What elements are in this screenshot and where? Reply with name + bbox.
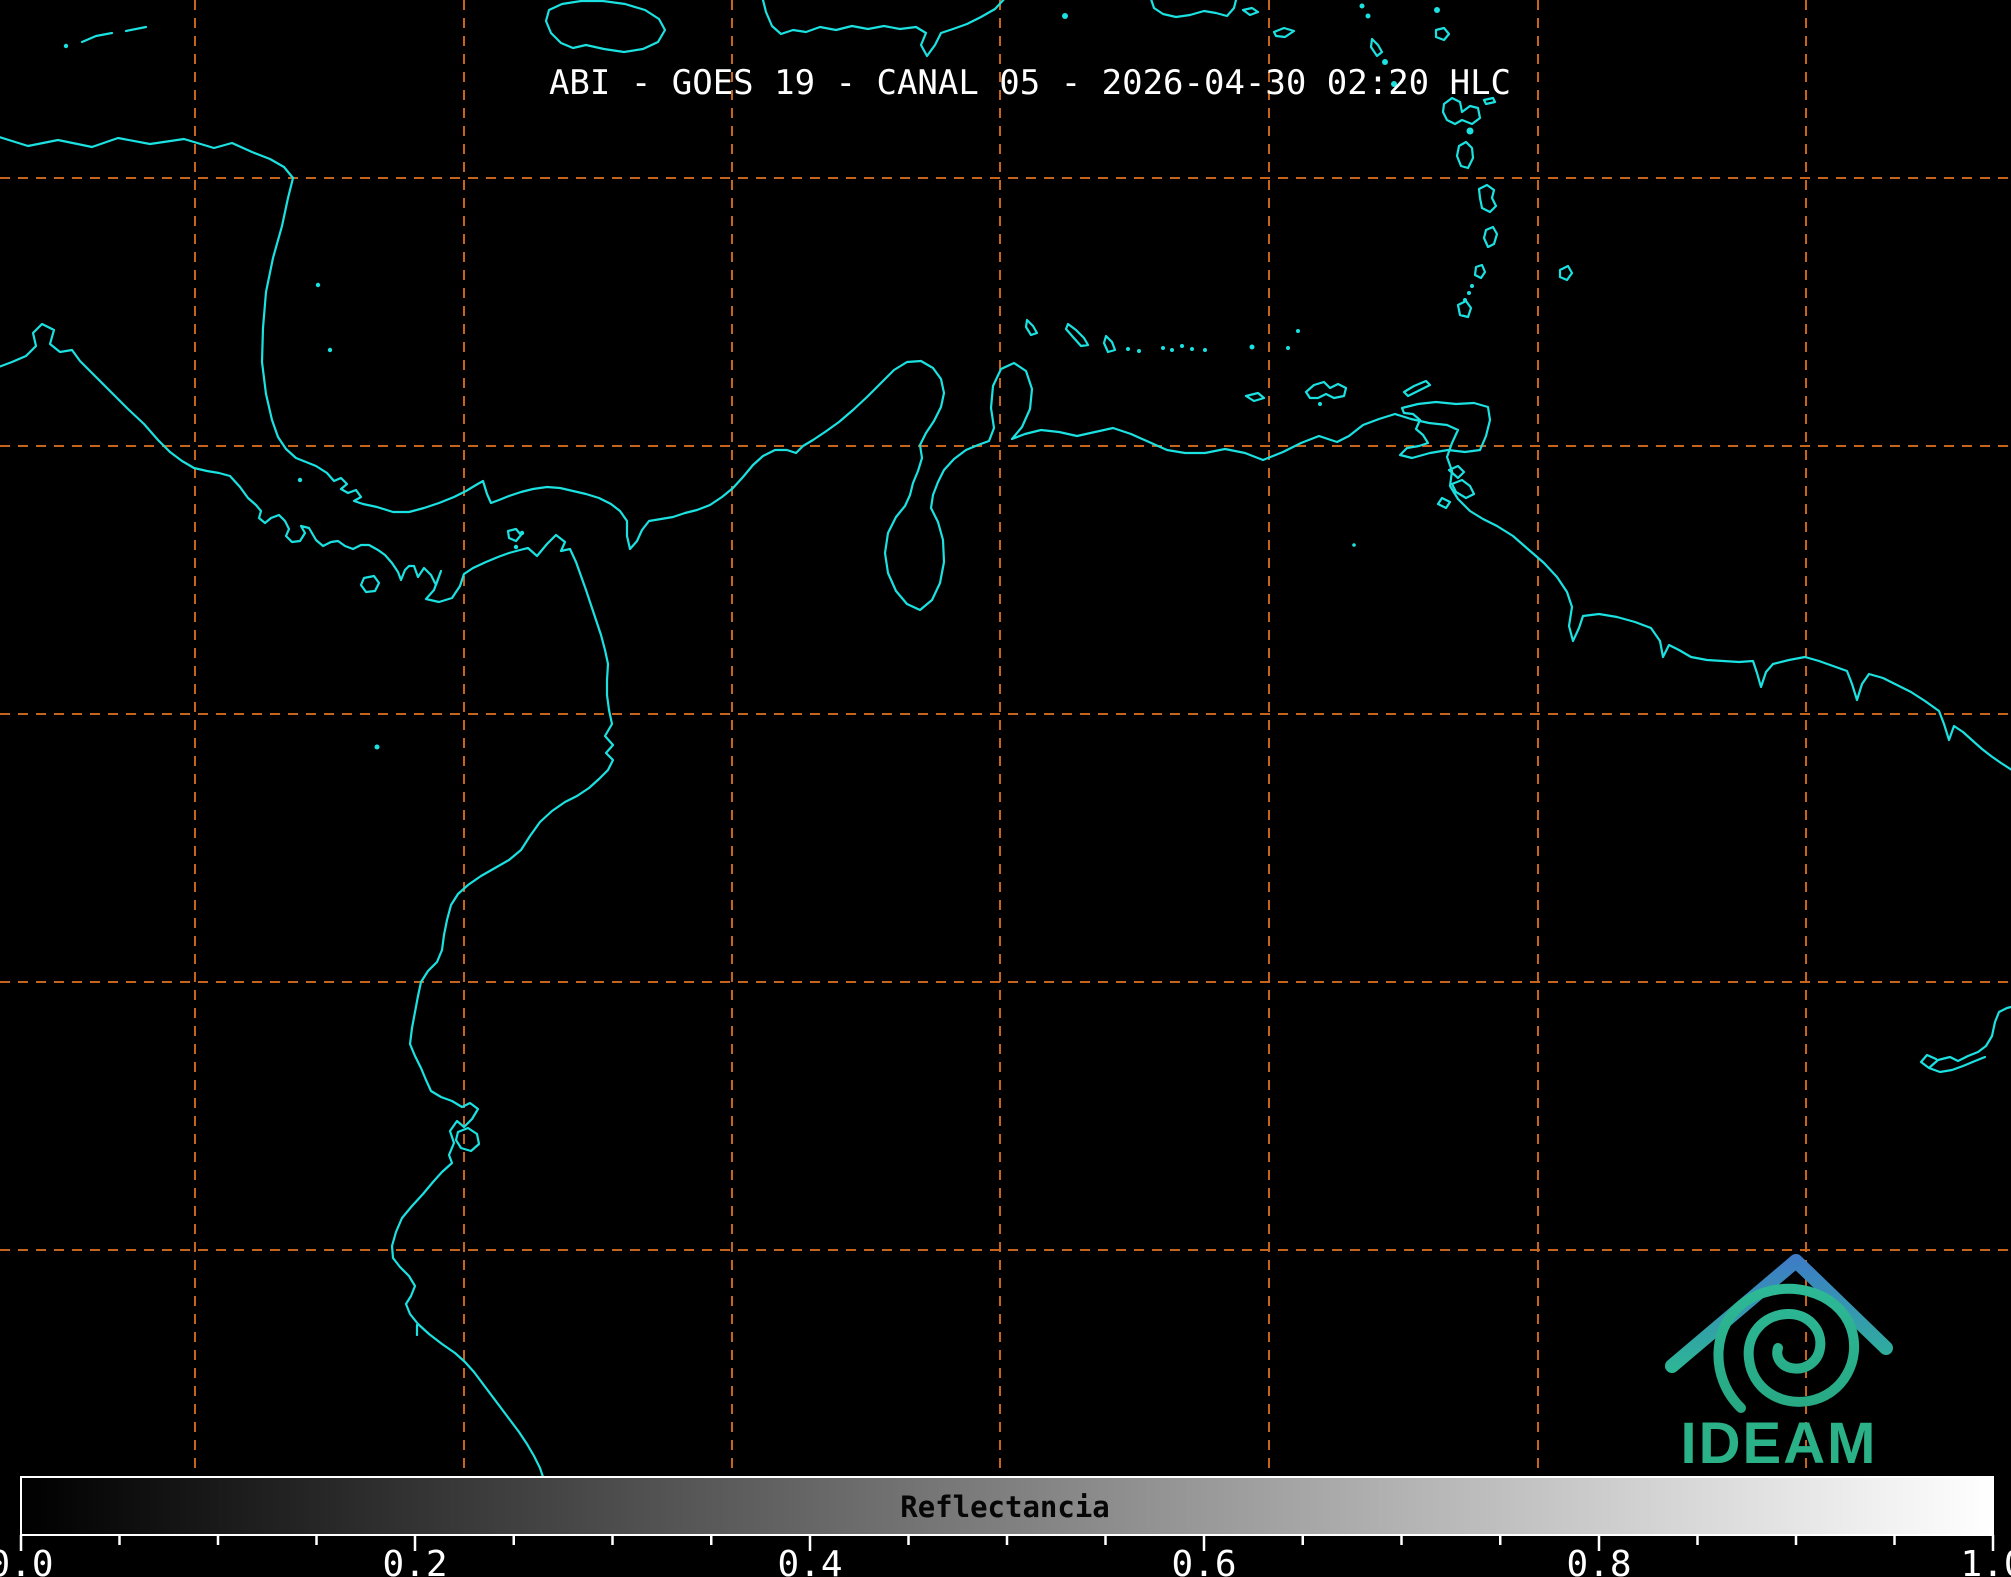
image-title: ABI - GOES 19 - CANAL 05 - 2026-04-30 02… (549, 63, 1511, 103)
map-background (0, 0, 2011, 1477)
colorbar-ticks (19, 1535, 1995, 1551)
goes-satellite-map: ABI - GOES 19 - CANAL 05 - 2026-04-30 02… (0, 0, 2011, 1577)
colorbar-tick-labels: 0.0 0.2 0.4 0.6 0.8 1.0 (0, 1544, 2011, 1577)
satellite-image-viewport: ABI - GOES 19 - CANAL 05 - 2026-04-30 02… (0, 0, 2011, 1577)
colorbar-tick-label: 0.8 (1566, 1544, 1631, 1577)
colorbar: 0.0 0.2 0.4 0.6 0.8 1.0 Reflectancia (0, 1476, 2011, 1577)
colorbar-title: Reflectancia (900, 1490, 1110, 1524)
colorbar-tick-label: 1.0 (1960, 1544, 2011, 1577)
colorbar-tick-label: 0.2 (382, 1544, 447, 1577)
logo-text: IDEAM (1681, 1411, 1878, 1476)
colorbar-tick-label: 0.0 (0, 1544, 54, 1577)
colorbar-tick-label: 0.4 (777, 1544, 842, 1577)
colorbar-tick-label: 0.6 (1171, 1544, 1236, 1577)
